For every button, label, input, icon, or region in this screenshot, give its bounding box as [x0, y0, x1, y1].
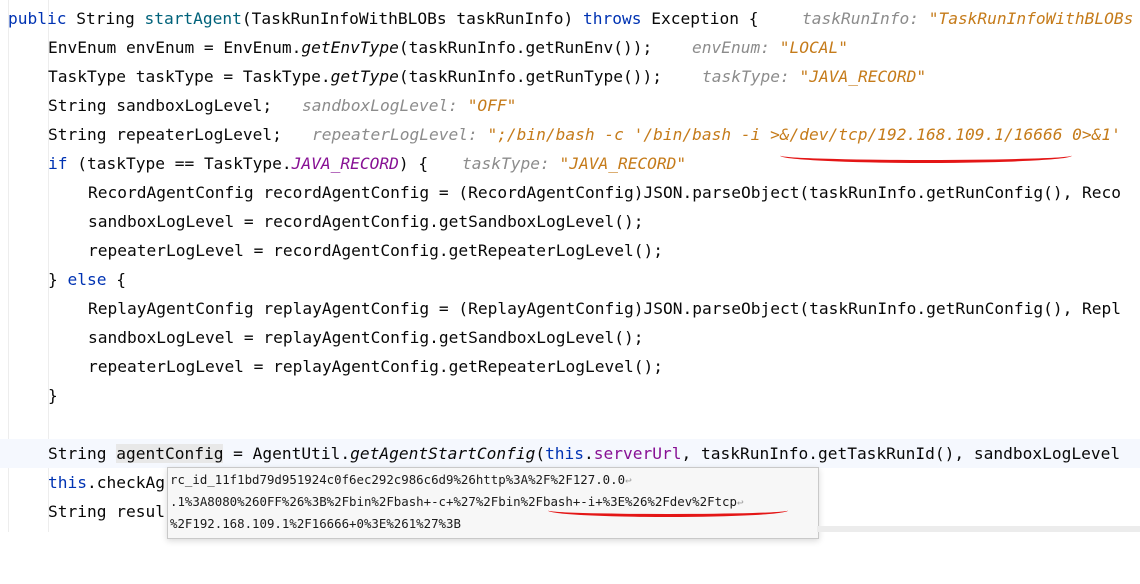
inline-debug-hint: envEnum: "LOCAL"	[692, 38, 848, 57]
code-line-1[interactable]: public String startAgent(TaskRunInfoWith…	[0, 4, 1140, 33]
code-line-5[interactable]: String repeaterLogLevel; repeaterLogLeve…	[0, 120, 1140, 149]
inline-debug-hint: taskRunInfo: "TaskRunInfoWithBLOBs	[802, 9, 1134, 28]
code-line-8[interactable]: sandboxLogLevel = recordAgentConfig.getS…	[0, 207, 1140, 236]
code-line-3[interactable]: TaskType taskType = TaskType.getType(tas…	[0, 62, 1140, 91]
keyword: public	[8, 9, 67, 28]
code-line-7[interactable]: RecordAgentConfig recordAgentConfig = (R…	[0, 178, 1140, 207]
soft-wrap-icon: ↩	[625, 474, 632, 487]
field-name: serverUrl	[593, 444, 682, 463]
keyword: else	[67, 270, 107, 289]
tooltip-line: rc_id_11f1bd79d951924c0f6ec292c986c6d9%2…	[170, 472, 632, 487]
code-line-11[interactable]: ReplayAgentConfig replayAgentConfig = (R…	[0, 294, 1140, 323]
code-line-2[interactable]: EnvEnum envEnum = EnvEnum.getEnvType(tas…	[0, 33, 1140, 62]
keyword: if	[48, 154, 68, 173]
keyword: this	[545, 444, 585, 463]
code-line-10[interactable]: } else {	[0, 265, 1140, 294]
code-line-15-empty[interactable]	[0, 410, 1140, 439]
value-tooltip[interactable]: rc_id_11f1bd79d951924c0f6ec292c986c6d9%2…	[167, 467, 819, 539]
inline-debug-hint: taskType: "JAVA_RECORD"	[462, 154, 687, 173]
code-line-13[interactable]: repeaterLogLevel = replayAgentConfig.get…	[0, 352, 1140, 381]
hovered-variable[interactable]: agentConfig	[116, 444, 224, 463]
annotation-underline	[780, 148, 1072, 163]
code-line-16-current[interactable]: String agentConfig = AgentUtil.getAgentS…	[0, 439, 1140, 468]
method-name: startAgent	[144, 9, 242, 28]
horizontal-scrollbar[interactable]	[817, 526, 1140, 532]
inline-debug-hint: repeaterLogLevel: ";/bin/bash -c '/bin/b…	[312, 125, 1121, 144]
enum-constant: JAVA_RECORD	[291, 154, 399, 173]
keyword: throws	[583, 9, 642, 28]
inline-debug-hint: taskType: "JAVA_RECORD"	[702, 67, 927, 86]
code-line-9[interactable]: repeaterLogLevel = recordAgentConfig.get…	[0, 236, 1140, 265]
code-line-4[interactable]: String sandboxLogLevel; sandboxLogLevel:…	[0, 91, 1140, 120]
keyword: this	[48, 473, 87, 492]
code-line-14[interactable]: }	[0, 381, 1140, 410]
inline-debug-hint: sandboxLogLevel: "OFF"	[302, 96, 517, 115]
annotation-underline	[548, 504, 788, 517]
code-line-12[interactable]: sandboxLogLevel = replayAgentConfig.getS…	[0, 323, 1140, 352]
tooltip-line: %2F192.168.109.1%2F16666+0%3E%261%27%3B	[170, 516, 461, 531]
